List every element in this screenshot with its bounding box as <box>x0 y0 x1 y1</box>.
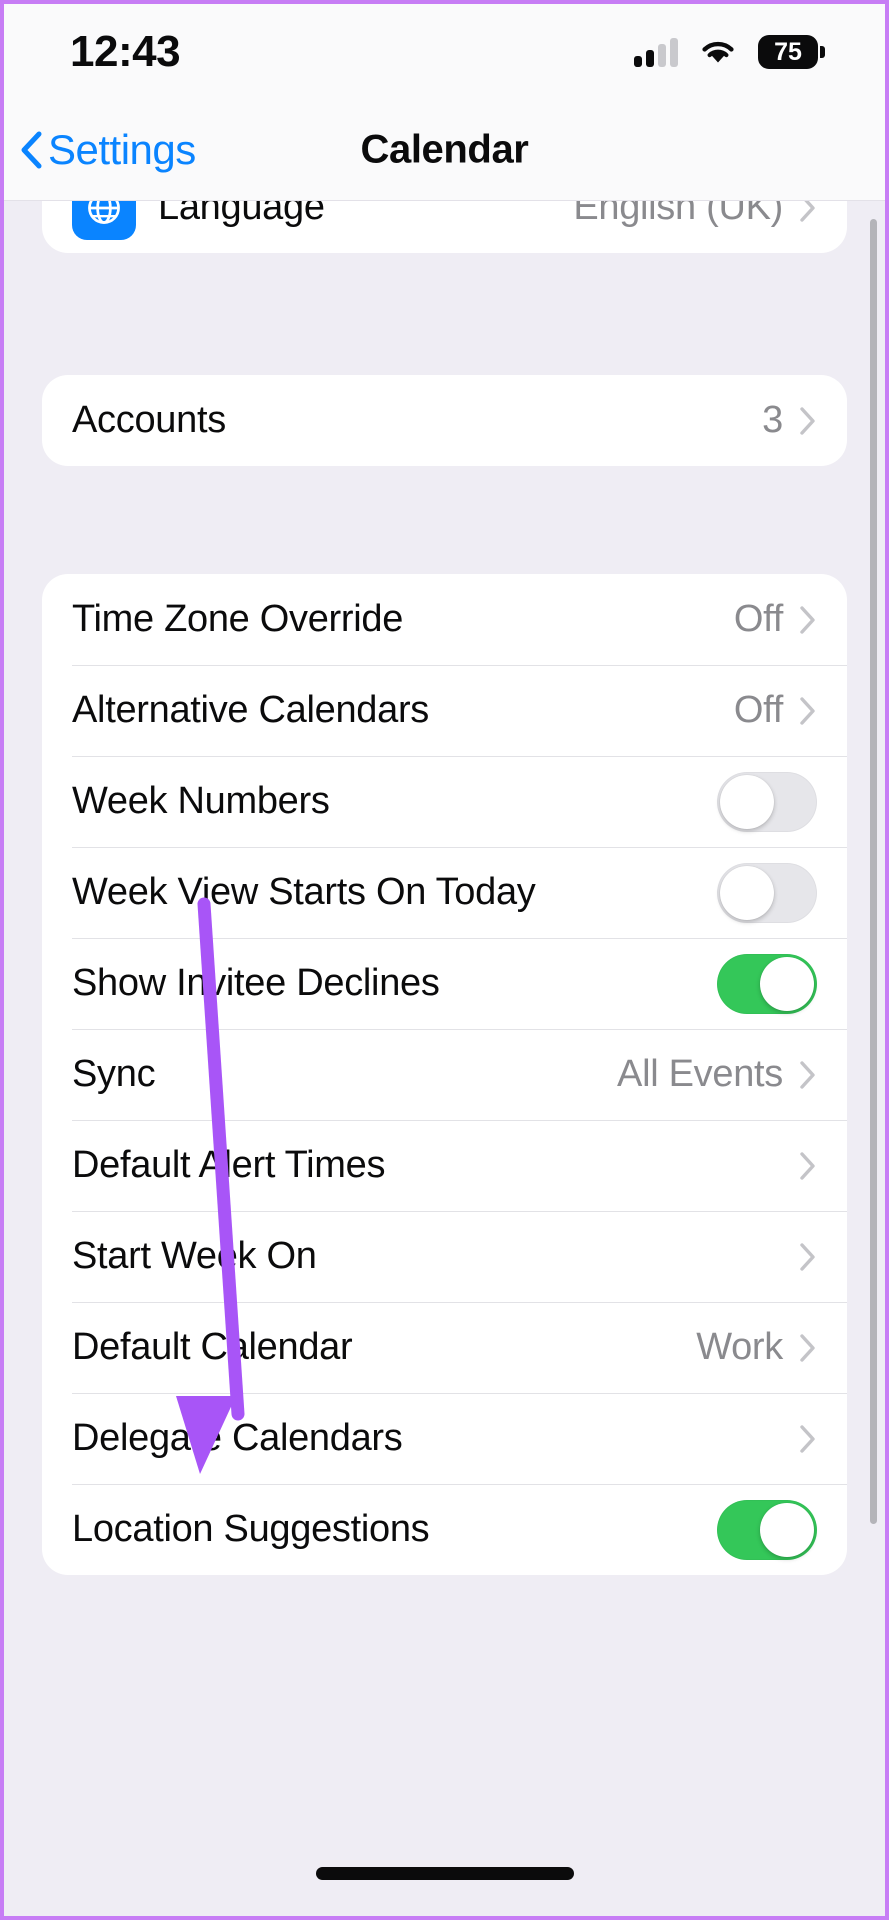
settings-row-value: All Events <box>617 1053 783 1095</box>
toggle-knob <box>760 956 814 1011</box>
show-invitee-declines-toggle[interactable] <box>717 953 817 1014</box>
settings-row-label: Show Invitee Declines <box>72 962 440 1004</box>
settings-row-label: Week View Starts On Today <box>72 871 536 913</box>
battery-nub <box>820 46 825 58</box>
chevron-right-icon <box>800 605 815 634</box>
settings-row-value: English (UK) <box>573 201 783 228</box>
calendar-options-group: Time Zone Override Off Alternative Calen… <box>42 574 847 1575</box>
status-bar-icons: 75 <box>634 35 825 69</box>
settings-row-week-view-starts-on-today[interactable]: Week View Starts On Today <box>42 847 847 938</box>
week-numbers-toggle[interactable] <box>717 771 817 832</box>
toggle-knob <box>720 774 774 829</box>
globe-icon <box>72 201 136 240</box>
chevron-right-icon <box>800 1242 815 1271</box>
settings-row-label: Language <box>158 201 325 228</box>
status-bar: 12:43 75 <box>4 4 885 100</box>
settings-row-value: Off <box>733 689 783 731</box>
settings-row-alternative-calendars[interactable]: Alternative Calendars Off <box>42 665 847 756</box>
settings-row-default-alert-times[interactable]: Default Alert Times <box>42 1120 847 1211</box>
settings-row-label: Accounts <box>72 399 226 441</box>
settings-row-label: Default Calendar <box>72 1326 353 1368</box>
chevron-right-icon <box>800 1060 815 1089</box>
chevron-right-icon <box>800 1151 815 1180</box>
settings-row-default-calendar[interactable]: Default Calendar Work <box>42 1302 847 1393</box>
accounts-group: Accounts 3 <box>42 375 847 466</box>
phone-screen: 12:43 75 Settings Calendar Language Engl… <box>0 0 889 1920</box>
battery-icon: 75 <box>758 35 825 69</box>
settings-row-delegate-calendars[interactable]: Delegate Calendars <box>42 1393 847 1484</box>
status-bar-clock: 12:43 <box>70 27 181 76</box>
settings-row-value: Work <box>696 1326 783 1368</box>
settings-row-accounts[interactable]: Accounts 3 <box>42 375 847 466</box>
settings-row-location-suggestions[interactable]: Location Suggestions <box>42 1484 847 1575</box>
language-group: Language English (UK) <box>42 201 847 253</box>
cellular-signal-icon <box>634 37 678 67</box>
toggle-knob <box>760 1502 814 1557</box>
settings-scroll-view[interactable]: Language English (UK) Accounts 3 Time Zo… <box>4 201 885 1916</box>
settings-row-label: Delegate Calendars <box>72 1417 403 1459</box>
chevron-right-icon <box>800 201 815 222</box>
location-suggestions-toggle[interactable] <box>717 1499 817 1560</box>
settings-row-value: 3 <box>762 399 783 441</box>
settings-row-label: Sync <box>72 1053 156 1095</box>
week-view-starts-on-today-toggle[interactable] <box>717 862 817 923</box>
settings-row-language[interactable]: Language English (UK) <box>42 201 847 253</box>
nav-bar: Settings Calendar <box>4 100 885 201</box>
chevron-right-icon <box>800 406 815 435</box>
settings-row-label: Start Week On <box>72 1235 317 1277</box>
settings-row-start-week-on[interactable]: Start Week On <box>42 1211 847 1302</box>
settings-row-label: Location Suggestions <box>72 1508 430 1550</box>
toggle-knob <box>720 865 774 920</box>
battery-level-text: 75 <box>758 35 818 69</box>
settings-row-sync[interactable]: Sync All Events <box>42 1029 847 1120</box>
settings-row-show-invitee-declines[interactable]: Show Invitee Declines <box>42 938 847 1029</box>
settings-row-time-zone-override[interactable]: Time Zone Override Off <box>42 574 847 665</box>
settings-row-value: Off <box>733 598 783 640</box>
chevron-right-icon <box>800 1333 815 1362</box>
chevron-right-icon <box>800 1424 815 1453</box>
settings-row-week-numbers[interactable]: Week Numbers <box>42 756 847 847</box>
home-indicator <box>315 1867 574 1880</box>
chevron-right-icon <box>800 696 815 725</box>
settings-row-label: Week Numbers <box>72 780 330 822</box>
scrollbar-indicator[interactable] <box>870 219 877 1524</box>
page-title: Calendar <box>360 127 529 172</box>
settings-row-label: Default Alert Times <box>72 1144 386 1186</box>
settings-row-label: Alternative Calendars <box>72 689 430 731</box>
settings-row-label: Time Zone Override <box>72 598 404 640</box>
wifi-icon <box>702 41 734 63</box>
